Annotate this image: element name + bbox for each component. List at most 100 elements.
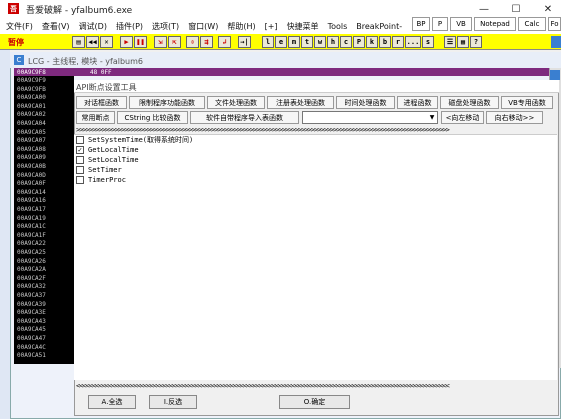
address-row: 00A9CA07 bbox=[17, 137, 46, 145]
common-breakpoints-button[interactable]: 常用断点 bbox=[76, 111, 115, 124]
cpu-button[interactable]: c bbox=[340, 36, 352, 48]
address-row: 00A9CA0F bbox=[17, 180, 46, 188]
cpu-window-title: LCG - 主线程, 模块 - yfalbum6 bbox=[28, 57, 143, 66]
goto-icon[interactable]: →| bbox=[238, 36, 251, 48]
checkbox[interactable] bbox=[76, 156, 84, 164]
memory-map-button[interactable]: m bbox=[288, 36, 300, 48]
app-icon: 吾 bbox=[8, 3, 19, 14]
address-row: 00A9CA05 bbox=[17, 128, 46, 136]
address-row: 00A9CA32 bbox=[17, 283, 46, 291]
maximize-button[interactable]: ☐ bbox=[503, 0, 529, 18]
fo-button[interactable]: Fo bbox=[548, 17, 561, 31]
bp-button[interactable]: BP bbox=[412, 17, 430, 31]
menu-breakpoint[interactable]: BreakPoint- bbox=[356, 22, 402, 31]
menu-file[interactable]: 文件(F) bbox=[6, 21, 33, 32]
address-row: 00A9CA51 bbox=[17, 352, 46, 360]
rewind-icon[interactable]: ◀◀ bbox=[86, 36, 99, 48]
step-into-icon[interactable]: ⇲ bbox=[154, 36, 167, 48]
threads-button[interactable]: t bbox=[301, 36, 313, 48]
item-label: TimerProc bbox=[88, 176, 126, 184]
handles-button[interactable]: h bbox=[327, 36, 339, 48]
address-row: 00A9CA17 bbox=[17, 206, 46, 213]
address-row: 00A9CA4C bbox=[17, 343, 46, 351]
tab-time-functions[interactable]: 时间处理函数 bbox=[336, 96, 395, 109]
list-item[interactable]: SetLocalTime bbox=[76, 155, 139, 165]
execute-till-return-icon[interactable]: ↲ bbox=[218, 36, 231, 48]
close-process-icon[interactable]: ✕ bbox=[100, 36, 113, 48]
tab-process-functions[interactable]: 进程函数 bbox=[397, 96, 438, 109]
tab-registry-functions[interactable]: 注册表处理函数 bbox=[267, 96, 334, 109]
executable-modules-button[interactable]: e bbox=[275, 36, 287, 48]
pause-icon[interactable]: ❚❚ bbox=[134, 36, 147, 48]
restore-icon[interactable] bbox=[551, 36, 561, 48]
import-table-button[interactable]: 软件自带程序导入表函数 bbox=[190, 111, 299, 124]
menu-options[interactable]: 选项(T) bbox=[152, 21, 179, 32]
vb-button[interactable]: VB bbox=[450, 17, 472, 31]
step-over-icon[interactable]: ⇱ bbox=[168, 36, 181, 48]
list-item[interactable]: SetTimer bbox=[76, 165, 122, 175]
menu-tools[interactable]: Tools bbox=[328, 22, 348, 31]
window-title: 吾爱破解 - yfalbum6.exe bbox=[26, 6, 133, 16]
tab-dialog-functions[interactable]: 对话框函数 bbox=[76, 96, 127, 109]
selected-row-address: 00A9C9F8 bbox=[17, 69, 46, 76]
invert-selection-button[interactable]: I.反选 bbox=[149, 395, 197, 409]
windows-button[interactable]: w bbox=[314, 36, 326, 48]
tab-file-functions[interactable]: 文件处理函数 bbox=[207, 96, 265, 109]
help-icon[interactable]: ? bbox=[470, 36, 482, 48]
log-window-button[interactable]: l bbox=[262, 36, 274, 48]
tab-disk-functions[interactable]: 磁盘处理函数 bbox=[440, 96, 499, 109]
breakpoints-button[interactable]: b bbox=[379, 36, 391, 48]
address-row: 00A9CA01 bbox=[17, 102, 46, 110]
checkbox[interactable]: ✓ bbox=[76, 146, 84, 154]
run-trace-button[interactable]: ... bbox=[405, 36, 421, 48]
close-button[interactable]: ✕ bbox=[535, 0, 561, 18]
move-left-button[interactable]: <向左移动 bbox=[441, 111, 484, 124]
address-row: 00A9CA08 bbox=[17, 145, 46, 153]
menu-plugins[interactable]: 插件(P) bbox=[116, 21, 143, 32]
checkbox[interactable] bbox=[76, 166, 84, 174]
open-icon[interactable]: ▤ bbox=[72, 36, 85, 48]
call-stack-button[interactable]: k bbox=[366, 36, 378, 48]
scroll-up-icon[interactable] bbox=[550, 70, 560, 80]
trace-over-icon[interactable]: ⇶ bbox=[200, 36, 213, 48]
tab-restrict-functions[interactable]: 限制程序功能函数 bbox=[129, 96, 205, 109]
minimize-button[interactable]: — bbox=[471, 0, 497, 18]
address-column[interactable]: 00A9C9F9 00A9C9FB 00A9CA00 00A9CA01 00A9… bbox=[14, 76, 70, 364]
source-button[interactable]: s bbox=[422, 36, 434, 48]
move-right-button[interactable]: 向右移动>> bbox=[486, 111, 543, 124]
calc-button[interactable]: Calc bbox=[518, 17, 546, 31]
address-row: 00A9CA00 bbox=[17, 94, 46, 102]
trace-into-icon[interactable]: ⇳ bbox=[186, 36, 199, 48]
ok-button[interactable]: O.确定 bbox=[279, 395, 350, 409]
address-row: 00A9CA22 bbox=[17, 240, 46, 248]
checkbox[interactable] bbox=[76, 136, 84, 144]
menu-window[interactable]: 窗口(W) bbox=[188, 21, 218, 32]
select-all-button[interactable]: A.全选 bbox=[88, 395, 136, 409]
menu-shortcut[interactable]: 快捷菜单 bbox=[287, 21, 319, 32]
list-item[interactable]: SetSystemTime(取得系统时间) bbox=[76, 135, 193, 145]
menu-plus[interactable]: [+] bbox=[265, 22, 278, 31]
pause-status: 暂停 bbox=[8, 38, 24, 47]
dialog-title: API断点设置工具 bbox=[76, 83, 137, 92]
top-divider: >>>>>>>>>>>>>>>>>>>>>>>>>>>>>>>>>>>>>>>>… bbox=[76, 126, 450, 134]
address-row: 00A9CA47 bbox=[17, 335, 46, 342]
list-item[interactable]: ✓ GetLocalTime bbox=[76, 145, 139, 155]
tab-vb-functions[interactable]: VB专用函数 bbox=[501, 96, 553, 109]
patches-button[interactable]: P bbox=[353, 36, 365, 48]
run-icon[interactable]: ▶ bbox=[120, 36, 133, 48]
grid-icon[interactable]: ▦ bbox=[457, 36, 469, 48]
cstring-compare-button[interactable]: CString 比较函数 bbox=[117, 111, 188, 124]
notepad-button[interactable]: Notepad bbox=[474, 17, 516, 31]
checkbox[interactable] bbox=[76, 176, 84, 184]
references-button[interactable]: r bbox=[392, 36, 404, 48]
function-select[interactable] bbox=[302, 111, 438, 124]
list-icon[interactable]: ☰ bbox=[444, 36, 456, 48]
list-item[interactable]: TimerProc bbox=[76, 175, 126, 185]
chevron-down-icon[interactable]: ▼ bbox=[427, 112, 437, 123]
p-button[interactable]: P bbox=[432, 17, 448, 31]
address-row: 00A9CA25 bbox=[17, 249, 46, 256]
menu-debug[interactable]: 调试(D) bbox=[79, 21, 107, 32]
menu-view[interactable]: 查看(V) bbox=[42, 21, 70, 32]
address-row: 00A9CA37 bbox=[17, 292, 46, 299]
menu-help[interactable]: 帮助(H) bbox=[227, 21, 255, 32]
